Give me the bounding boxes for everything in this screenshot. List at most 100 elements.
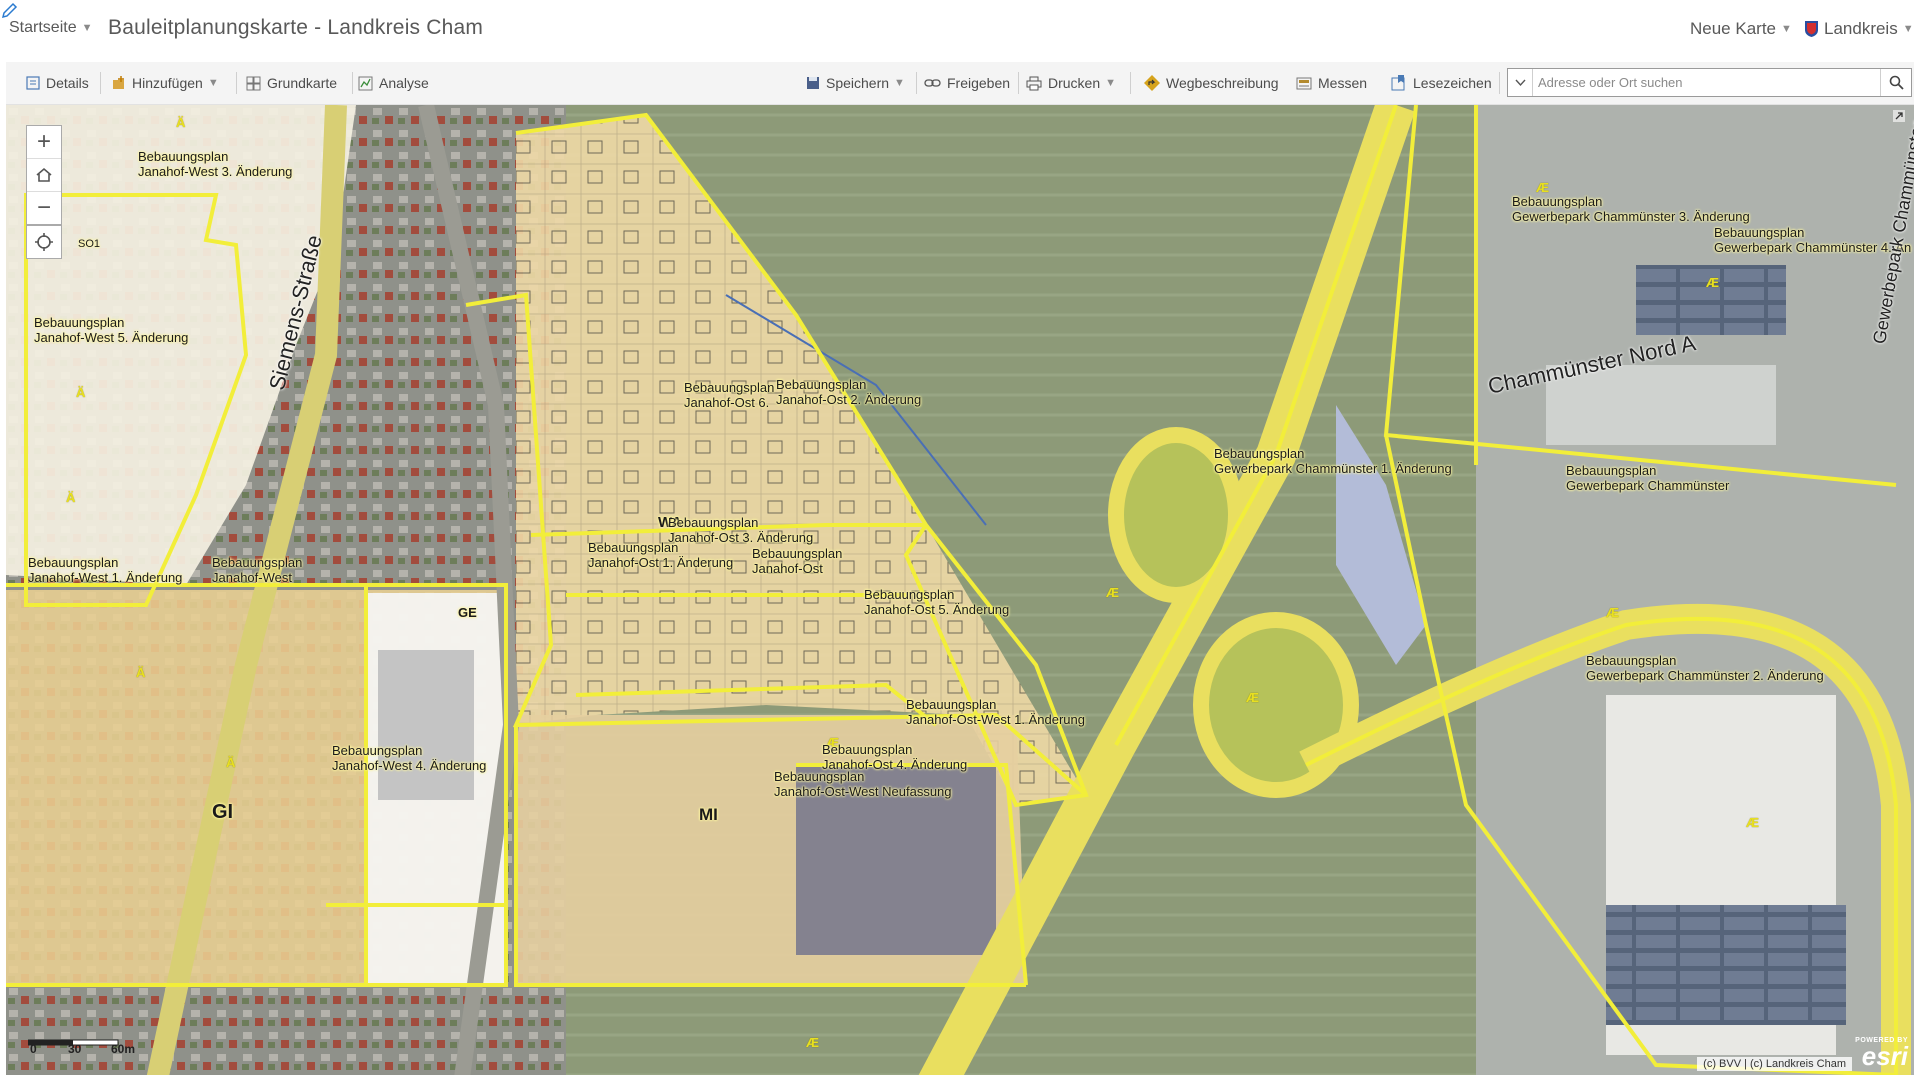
map-view[interactable]: Ä Ä Ä Ä Ä Æ Æ Æ Æ Æ Æ Æ Æ WA MI GE GI SO… [6, 105, 1914, 1075]
plan-label: Bebauungsplan Janahof-Ost-West Neufassung [774, 769, 952, 799]
expand-icon[interactable] [1892, 109, 1906, 123]
chevron-down-icon: ▼ [1105, 77, 1117, 89]
hatched-area [378, 650, 474, 800]
add-layer-icon [113, 76, 124, 89]
chevron-down-icon: ▼ [1902, 23, 1914, 35]
zone-label-mi: MI [699, 805, 718, 824]
bookmark-icon [1391, 75, 1405, 91]
home-extent-button[interactable] [27, 159, 61, 192]
plan-label: Bebauungsplan Janahof-Ost 4. Änderung [822, 742, 968, 772]
plan-label: Bebauungsplan Janahof-Ost [752, 546, 843, 576]
analysis-label: Analyse [379, 75, 429, 91]
analysis-button[interactable]: Analyse [358, 62, 429, 104]
link-icon [924, 79, 941, 87]
new-map-menu[interactable]: Neue Karte ▼ [1690, 19, 1792, 39]
home-menu[interactable]: Startseite ▼ [9, 19, 92, 37]
zone-label-so: SO1 [78, 238, 101, 250]
zoom-in-button[interactable]: + [27, 126, 61, 159]
toolbar-divider [1018, 72, 1019, 94]
zone-label-gi: GI [212, 801, 234, 823]
chevron-down-icon: ▼ [1781, 23, 1792, 35]
locate-crosshair-icon [35, 233, 53, 251]
bookmarks-label: Lesezeichen [1413, 75, 1492, 91]
plan-label: Bebauungsplan Gewerbepark Chammünster [1566, 463, 1730, 493]
plan-label: Bebauungsplan Janahof-Ost 1. Änderung [588, 540, 734, 570]
map-title: Bauleitplanungskarte - Landkreis Cham [108, 16, 484, 39]
chevron-down-icon: ▼ [81, 22, 93, 34]
share-label: Freigeben [947, 75, 1011, 91]
analysis-icon [358, 76, 373, 90]
plan-label: Bebauungsplan Gewerbepark Chammünster 1. … [1214, 446, 1452, 476]
chevron-down-icon: ▼ [894, 77, 905, 89]
plan-label: Bebauungsplan Gewerbepark Chammünster 3. … [1512, 194, 1750, 224]
directions-button[interactable]: Wegbeschreibung [1144, 62, 1279, 104]
attribution: (c) BVV | (c) Landkreis Cham [1697, 1057, 1852, 1071]
toolbar: Details Hinzufügen ▼ Grundkarte Analyse … [6, 62, 1914, 105]
plan-label: Bebauungsplan Gewerbepark Chammünster 4. … [1714, 225, 1912, 255]
plan-label: Bebauungsplan Janahof-Ost 6. [684, 380, 775, 410]
details-icon [26, 76, 40, 90]
plan-label: Bebauungsplan Gewerbepark Chammünster 2. … [1586, 653, 1824, 683]
measure-button[interactable]: Messen [1296, 62, 1367, 104]
basemap-label: Grundkarte [267, 75, 338, 91]
basemap-grid-icon [246, 76, 261, 90]
scale-label: 30 [68, 1042, 82, 1056]
print-button[interactable]: Drucken ▼ [1026, 62, 1116, 104]
bookmarks-button[interactable]: Lesezeichen [1391, 62, 1492, 104]
search-box [1507, 68, 1912, 97]
scale-bar [28, 1039, 119, 1046]
directions-label: Wegbeschreibung [1166, 75, 1279, 91]
toolbar-divider [236, 72, 237, 94]
minus-icon: − [36, 194, 51, 221]
search-source-dropdown[interactable] [1508, 69, 1533, 96]
locate-button[interactable] [26, 225, 62, 259]
scale-label: 0 [30, 1042, 37, 1056]
toolbar-divider [916, 72, 917, 94]
plan-label: Bebauungsplan Janahof-West 3. Änderung [138, 149, 293, 179]
plan-label: Bebauungsplan Janahof-West 4. Änderung [332, 743, 487, 773]
details-button[interactable]: Details [26, 62, 89, 104]
solar-roof [1636, 265, 1786, 335]
new-map-label: Neue Karte [1690, 19, 1776, 38]
toolbar-divider [100, 72, 101, 94]
details-label: Details [46, 75, 89, 91]
pencil-icon[interactable] [0, 0, 20, 20]
home-icon [36, 167, 52, 182]
scale-label: 60m [111, 1042, 136, 1056]
plan-label: Bebauungsplan Janahof-West 1. Änderung [28, 555, 183, 585]
toolbar-divider [352, 72, 353, 94]
share-button[interactable]: Freigeben [924, 62, 1010, 104]
coat-of-arms-icon [1805, 21, 1818, 37]
plan-label: Bebauungsplan Janahof-Ost 5. Änderung [864, 587, 1010, 617]
printer-icon [1026, 76, 1042, 90]
plan-label: Bebauungsplan Janahof-Ost 2. Änderung [776, 377, 922, 407]
search-input[interactable] [1538, 72, 1868, 93]
measure-label: Messen [1318, 75, 1368, 91]
chevron-down-icon: ▼ [207, 77, 219, 89]
solar-roof [1606, 905, 1846, 1025]
save-button[interactable]: Speichern ▼ [806, 62, 905, 104]
user-label: Landkreis [1824, 19, 1898, 38]
print-label: Drucken [1048, 75, 1101, 91]
chevron-down-icon [1514, 79, 1526, 86]
toolbar-divider [1130, 72, 1131, 94]
add-button[interactable]: Hinzufügen ▼ [112, 62, 219, 104]
basemap-button[interactable]: Grundkarte [246, 62, 337, 104]
esri-logo[interactable]: POWERED BY esri [1852, 1037, 1908, 1071]
zoom-out-button[interactable]: − [27, 192, 61, 224]
plan-label: Bebauungsplan Janahof-Ost-West 1. Änderun… [906, 697, 1085, 727]
zone-label-ge: GE [458, 605, 477, 620]
add-label: Hinzufügen [132, 75, 203, 91]
zoom-control: + − [26, 125, 62, 225]
app-header: Startseite ▼ Bauleitplanungskarte - Land… [0, 0, 1920, 58]
plan-label: Bebauungsplan Janahof-West 5. Änderung [34, 315, 189, 345]
user-menu[interactable]: Landkreis ▼ [1805, 19, 1914, 39]
save-label: Speichern [826, 75, 890, 91]
measure-ruler-icon [1296, 77, 1312, 89]
search-button[interactable] [1880, 69, 1911, 96]
directions-icon [1144, 75, 1160, 91]
plus-icon: + [36, 128, 51, 155]
home-label: Startseite [9, 19, 77, 36]
save-icon [807, 77, 819, 89]
toolbar-divider [1499, 72, 1500, 94]
